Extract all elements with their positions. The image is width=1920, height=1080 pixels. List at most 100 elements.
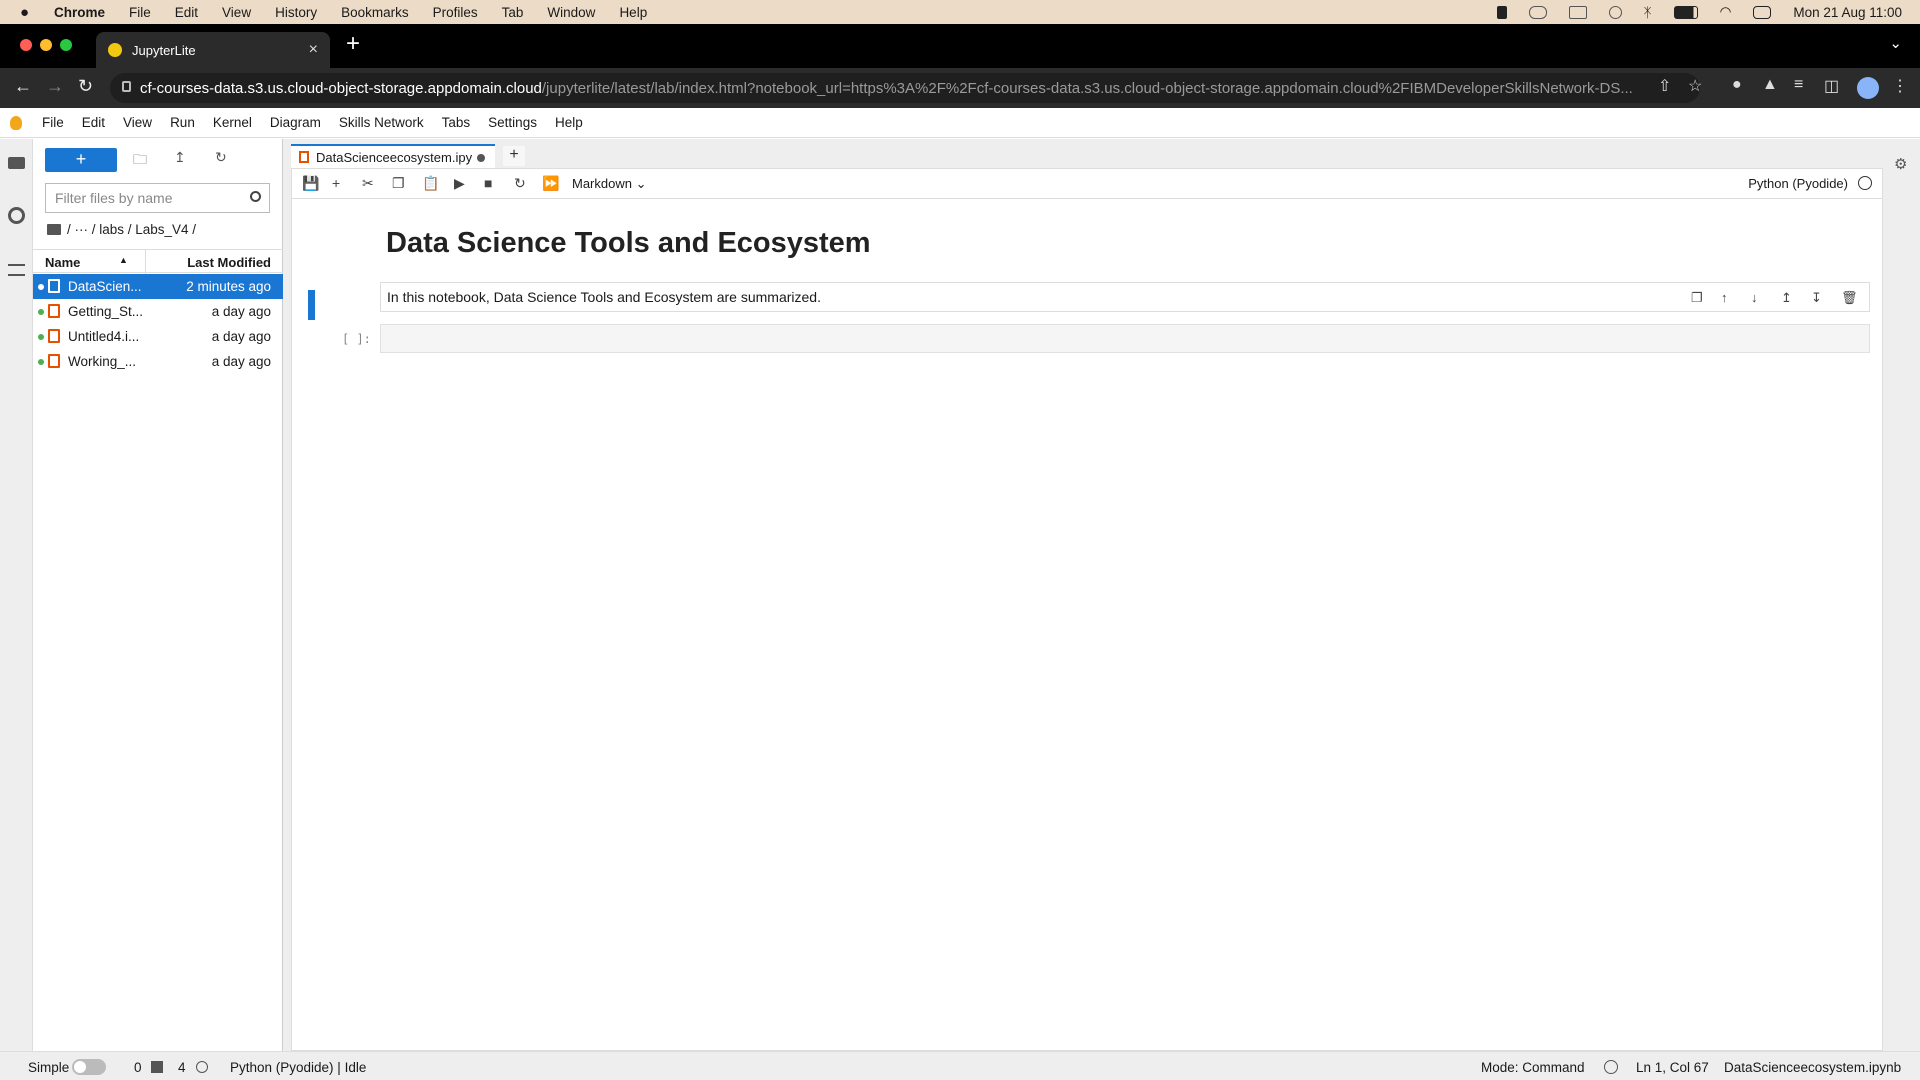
extensions-puzzle-icon[interactable]: ▲ [1762,76,1778,94]
forward-arrow-icon[interactable]: → [46,76,64,97]
mac-menu-bookmarks[interactable]: Bookmarks [341,5,409,20]
run-icon[interactable]: ▶ [454,175,465,192]
back-arrow-icon[interactable]: ← [14,76,32,97]
cloud-icon[interactable] [1528,5,1547,19]
wifi-icon[interactable]: ◠ [1720,4,1732,20]
extension-badge-icon[interactable]: ● [1732,76,1742,94]
file-row[interactable]: Working_... a day ago [33,349,283,374]
mac-menu-edit[interactable]: Edit [175,5,198,20]
column-header-name[interactable]: Name [45,255,80,270]
column-divider[interactable] [145,250,146,274]
refresh-icon[interactable]: ↻ [215,149,227,166]
chrome-menu-icon[interactable]: ⋮ [1892,76,1908,96]
calendar-icon[interactable] [1568,5,1587,19]
mac-menu-profiles[interactable]: Profiles [433,5,478,20]
jupyter-menu-skills-network[interactable]: Skills Network [339,115,424,130]
simple-mode-toggle[interactable] [72,1059,106,1075]
folder-icon[interactable] [47,224,61,235]
share-icon[interactable]: ⇧ [1658,76,1671,96]
folder-icon[interactable] [8,157,25,169]
side-panel-icon[interactable]: ◫ [1824,76,1839,96]
jupyter-menu-kernel[interactable]: Kernel [213,115,252,130]
upload-icon[interactable]: ↥ [174,149,186,166]
sort-ascending-icon[interactable]: ▲ [119,255,128,265]
jupyter-menu-help[interactable]: Help [555,115,583,130]
mac-menu-view[interactable]: View [222,5,251,20]
bluetooth-icon[interactable]: ᛡ [1644,5,1652,20]
browser-tab-jupyterlite[interactable]: JupyterLite × [96,32,330,68]
reload-icon[interactable]: ↻ [78,76,93,97]
lock-icon[interactable] [122,81,131,92]
address-bar[interactable]: cf-courses-data.s3.us.cloud-object-stora… [110,73,1700,103]
kernel-sessions-icon[interactable] [196,1061,208,1073]
cut-icon[interactable]: ✂ [362,175,374,192]
paste-icon[interactable]: 📋 [422,175,439,192]
minimize-window-button[interactable] [40,39,52,51]
file-row[interactable]: Untitled4.i... a day ago [33,324,283,349]
running-kernels-icon[interactable] [8,207,25,224]
mac-menu-window[interactable]: Window [547,5,595,20]
tab-notebook[interactable]: DataScienceecosystem.ipy [291,144,495,168]
copy-icon[interactable]: ❐ [392,175,405,192]
new-tab-button[interactable]: + [346,30,360,58]
battery-icon[interactable] [1673,5,1698,19]
insert-below-icon[interactable]: ↧ [1811,290,1822,306]
mac-menu-help[interactable]: Help [619,5,647,20]
terminal-count[interactable]: 0 [134,1060,142,1075]
save-icon[interactable]: 💾 [302,175,319,192]
insert-above-icon[interactable]: ↥ [1781,290,1792,306]
stop-icon[interactable]: ■ [484,175,492,191]
kernel-name[interactable]: Python (Pyodide) [1748,176,1848,191]
property-inspector-gear-icon[interactable]: ⚙ [1894,155,1907,173]
duplicate-cell-icon[interactable]: ❐ [1691,290,1703,306]
close-tab-icon[interactable]: × [309,41,318,59]
column-header-last-modified[interactable]: Last Modified [187,255,271,270]
jupyter-menu-edit[interactable]: Edit [82,115,105,130]
new-launcher-button[interactable]: + [45,148,117,172]
phone-icon[interactable] [1496,5,1507,19]
control-center-icon[interactable] [1753,5,1772,19]
close-window-button[interactable] [20,39,32,51]
profile-avatar-icon[interactable] [1857,77,1879,99]
media-queue-icon[interactable]: ≡ [1794,76,1803,94]
delete-cell-icon[interactable]: 🗑 [1841,290,1858,306]
jupyter-menu-file[interactable]: File [42,115,64,130]
bookmark-star-icon[interactable]: ☆ [1688,76,1702,96]
move-up-icon[interactable]: ↑ [1721,290,1728,305]
move-down-icon[interactable]: ↓ [1751,290,1758,305]
status-filename[interactable]: DataScienceecosystem.ipynb [1724,1060,1901,1075]
file-row[interactable]: DataScien... 2 minutes ago [33,274,283,299]
apple-icon[interactable]: ● [20,4,40,21]
filter-files-input[interactable]: Filter files by name [45,183,270,213]
file-row[interactable]: Getting_St... a day ago [33,299,283,324]
fingerprint-icon[interactable] [1608,5,1622,19]
insert-cell-icon[interactable]: + [332,175,340,191]
breadcrumb[interactable]: / ··· / labs / Labs_V4 / [47,222,196,237]
run-all-icon[interactable]: ⏩ [542,175,559,192]
mac-menu-tab[interactable]: Tab [502,5,524,20]
table-of-contents-icon[interactable] [8,264,25,276]
cell-type-select[interactable]: Markdown ⌄ [572,176,647,192]
breadcrumb-path[interactable]: / ··· / labs / Labs_V4 / [67,222,196,237]
add-tab-button[interactable]: + [503,146,525,166]
jupyter-menu-settings[interactable]: Settings [488,115,537,130]
notebook-mode[interactable]: Mode: Command [1481,1060,1585,1075]
shield-icon[interactable] [1604,1060,1618,1074]
kernel-status-text[interactable]: Python (Pyodide) | Idle [230,1060,366,1075]
jupyter-menu-tabs[interactable]: Tabs [442,115,471,130]
mac-menu-history[interactable]: History [275,5,317,20]
tab-search-chevron-icon[interactable]: ⌄ [1889,34,1902,52]
mac-menu-chrome[interactable]: Chrome [54,5,105,20]
active-cell-indicator[interactable] [308,290,315,320]
cursor-position[interactable]: Ln 1, Col 67 [1636,1060,1709,1075]
terminal-icon[interactable] [151,1061,163,1073]
kernel-count[interactable]: 4 [178,1060,186,1075]
unsaved-indicator-icon[interactable] [477,154,485,162]
code-cell-input[interactable] [380,324,1870,353]
clock[interactable]: Mon 21 Aug 11:00 [1793,5,1902,20]
mac-menu-file[interactable]: File [129,5,151,20]
jupyter-menu-view[interactable]: View [123,115,152,130]
maximize-window-button[interactable] [60,39,72,51]
markdown-cell[interactable]: In this notebook, Data Science Tools and… [380,282,1870,312]
new-folder-icon[interactable]: 🗀 [133,149,147,173]
